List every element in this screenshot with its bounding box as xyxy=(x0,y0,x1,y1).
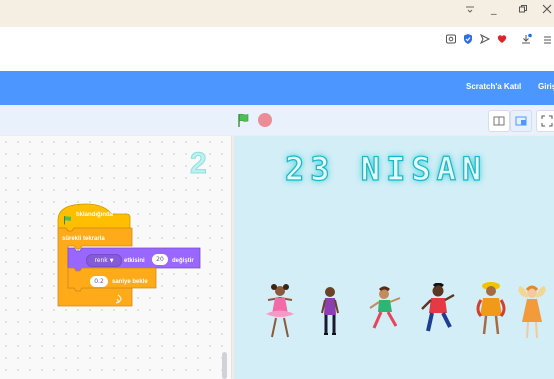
change-effect-suffix-label: değiştir xyxy=(172,258,194,264)
heart-icon[interactable] xyxy=(495,33,509,47)
chevron-down-icon: ▼ xyxy=(109,258,114,264)
girl-running-sprite[interactable] xyxy=(366,286,406,338)
effect-value-input[interactable]: 20 xyxy=(152,254,168,265)
boy-red-shirt-sprite[interactable] xyxy=(418,283,456,339)
sprite-number-watermark: 2 xyxy=(190,147,208,181)
wait-block-label: saniye bekle xyxy=(112,279,148,285)
send-icon[interactable] xyxy=(478,33,492,47)
when-flag-clicked-block-label[interactable]: tıklandığında xyxy=(76,212,113,218)
screenshot-icon[interactable] xyxy=(444,33,458,47)
sign-in-link[interactable]: Giriş xyxy=(538,82,554,91)
effect-dropdown[interactable]: renk ▼ xyxy=(86,254,122,267)
download-icon[interactable] xyxy=(519,33,533,47)
workspace-scrollbar[interactable] xyxy=(222,352,227,379)
fullscreen-icon[interactable] xyxy=(536,110,554,132)
stage-header xyxy=(0,105,554,135)
fairy-girl-sprite[interactable] xyxy=(516,284,548,340)
minimize-button[interactable]: _ xyxy=(491,2,497,16)
large-stage-button[interactable] xyxy=(510,110,532,132)
change-effect-middle-label: etkisini xyxy=(124,258,145,264)
boy-purple-shirt-sprite[interactable] xyxy=(318,285,342,339)
small-stage-button[interactable] xyxy=(488,110,510,132)
forever-block-label[interactable]: sürekli tekrarla xyxy=(62,236,105,242)
flag-icon xyxy=(63,210,73,225)
shield-icon[interactable] xyxy=(461,33,475,47)
ballerina-sprite[interactable] xyxy=(258,282,302,342)
stage-title-text: 23 NISAN xyxy=(284,149,488,188)
tab-list-icon[interactable] xyxy=(465,4,475,18)
wait-seconds-input[interactable]: 0.2 xyxy=(90,276,108,287)
green-flag-button[interactable] xyxy=(236,112,252,128)
join-scratch-link[interactable]: Scratch'a Katıl xyxy=(466,82,521,91)
effect-dropdown-value: renk xyxy=(94,257,108,264)
stop-button[interactable] xyxy=(258,113,272,127)
close-icon[interactable] xyxy=(542,4,552,18)
restore-button[interactable] xyxy=(518,4,528,18)
girl-yellow-hat-sprite[interactable] xyxy=(473,280,509,338)
menu-icon[interactable] xyxy=(540,33,554,47)
